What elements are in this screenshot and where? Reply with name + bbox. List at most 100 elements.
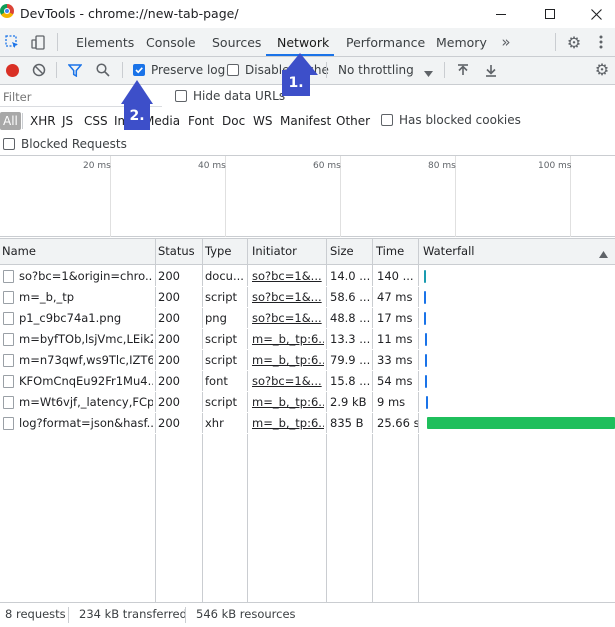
file-icon [3,417,14,430]
filter-type-css[interactable]: CSS [81,112,111,130]
export-har-button[interactable] [482,61,500,79]
more-tabs-chevron-icon[interactable]: » [498,33,514,51]
cell-name[interactable]: so?bc=1&origin=chro... [19,266,153,287]
cell-type: script [205,290,238,304]
cell-name[interactable]: m=Wt6vjf,_latency,FCp... [19,392,153,413]
cell-name[interactable]: log?format=json&hasf... [19,413,153,434]
cell-initiator[interactable]: so?bc=1&... [252,266,324,287]
tab-elements[interactable]: Elements [76,28,134,57]
cell-size: 48.8 ... [330,311,371,325]
cell-time: 25.66 s [377,416,418,430]
file-icon [3,396,14,409]
tab-memory[interactable]: Memory [436,28,487,57]
hide-data-urls-checkbox[interactable] [175,90,187,102]
cell-name[interactable]: p1_c9bc74a1.png [19,308,153,329]
cell-status: 200 [158,332,180,346]
clear-icon [32,63,46,77]
cell-initiator[interactable]: so?bc=1&... [252,287,324,308]
toolbar-divider [326,62,327,78]
annotation-step-2: 2. [124,102,150,130]
blocked-requests-label: Blocked Requests [21,137,127,151]
tab-performance[interactable]: Performance [346,28,425,57]
search-button[interactable] [94,61,112,79]
cell-name[interactable]: m=n73qwf,ws9Tlc,IZT6... [19,350,153,371]
cell-time: 47 ms [377,290,413,304]
overview-tick-label: 20 ms [83,161,111,171]
status-divider [185,607,186,623]
cell-time: 140 ... [377,269,414,283]
cell-status: 200 [158,374,180,388]
cell-initiator[interactable]: m=_b,_tp:6... [252,392,324,413]
clear-button[interactable] [30,61,48,79]
cell-size: 2.9 kB [330,395,367,409]
maximize-icon [545,9,555,19]
cell-name[interactable]: m=_b,_tp [19,287,153,308]
waterfall-bar [424,312,426,325]
settings-gear-icon[interactable]: ⚙ [565,33,583,52]
filter-divider [22,113,23,129]
cell-type: docu... [205,269,244,283]
cell-initiator[interactable]: so?bc=1&... [252,308,324,329]
tab-sources[interactable]: Sources [212,28,261,57]
cell-status: 200 [158,269,180,283]
disable-cache-checkbox[interactable] [227,64,239,76]
device-toggle-icon [30,34,45,50]
has-blocked-cookies-checkbox[interactable] [381,114,393,126]
cell-initiator[interactable]: so?bc=1&... [252,371,324,392]
filter-type-other[interactable]: Other [333,112,373,130]
file-icon [3,354,14,367]
close-icon [590,8,602,20]
tab-console[interactable]: Console [146,28,196,57]
blocked-requests-checkbox[interactable] [3,138,15,150]
column-header-time[interactable]: Time [374,238,418,265]
minimize-button[interactable] [478,0,524,28]
transferred-size: 234 kB transferred [79,607,187,621]
hide-data-urls-label: Hide data URLs [193,89,286,103]
column-header-waterfall[interactable]: Waterfall [421,238,521,265]
record-button[interactable] [3,61,21,79]
cell-type: script [205,353,238,367]
filter-type-all[interactable]: All [0,112,21,130]
preserve-log-checkbox[interactable] [133,64,145,76]
column-header-name[interactable]: Name [0,238,155,265]
cell-status: 200 [158,290,180,304]
filter-type-font[interactable]: Font [185,112,217,130]
filter-button[interactable] [66,61,84,79]
throttling-select[interactable]: No throttling [338,63,414,77]
column-header-size[interactable]: Size [328,238,372,265]
cell-time: 11 ms [377,332,413,346]
has-blocked-cookies-label: Has blocked cookies [399,113,521,127]
import-har-button[interactable] [454,61,472,79]
sort-ascending-icon [599,247,608,261]
cell-initiator[interactable]: m=_b,_tp:6... [252,350,324,371]
cell-size: 835 B [330,416,364,430]
upload-icon [458,63,468,75]
inspect-element-button[interactable] [3,33,21,51]
device-toolbar-button[interactable] [29,33,47,51]
close-button[interactable] [573,0,615,28]
cell-initiator[interactable]: m=_b,_tp:6... [252,329,324,350]
toolbar-divider [555,33,556,51]
cell-status: 200 [158,416,180,430]
customize-menu-icon[interactable] [594,33,608,51]
file-icon [3,375,14,388]
column-header-type[interactable]: Type [203,238,247,265]
filter-type-manifest[interactable]: Manifest [277,112,334,130]
filter-type-ws[interactable]: WS [250,112,275,130]
column-header-initiator[interactable]: Initiator [250,238,325,265]
cell-type: xhr [205,416,224,430]
cell-time: 54 ms [377,374,413,388]
maximize-button[interactable] [527,0,573,28]
column-header-status[interactable]: Status [156,238,202,265]
cell-initiator[interactable]: m=_b,_tp:6... [252,413,324,434]
filter-type-js[interactable]: JS [59,112,76,130]
cell-name[interactable]: KFOmCnqEu92Fr1Mu4... [19,371,153,392]
cell-status: 200 [158,395,180,409]
checkmark-icon [135,67,143,74]
search-icon [96,63,110,77]
network-settings-gear-icon[interactable]: ⚙ [593,60,611,79]
cell-name[interactable]: m=byfTOb,lsjVmc,LEikZe [19,329,153,350]
filter-type-doc[interactable]: Doc [219,112,248,130]
filter-type-xhr[interactable]: XHR [27,112,59,130]
toolbar-divider [122,62,123,78]
